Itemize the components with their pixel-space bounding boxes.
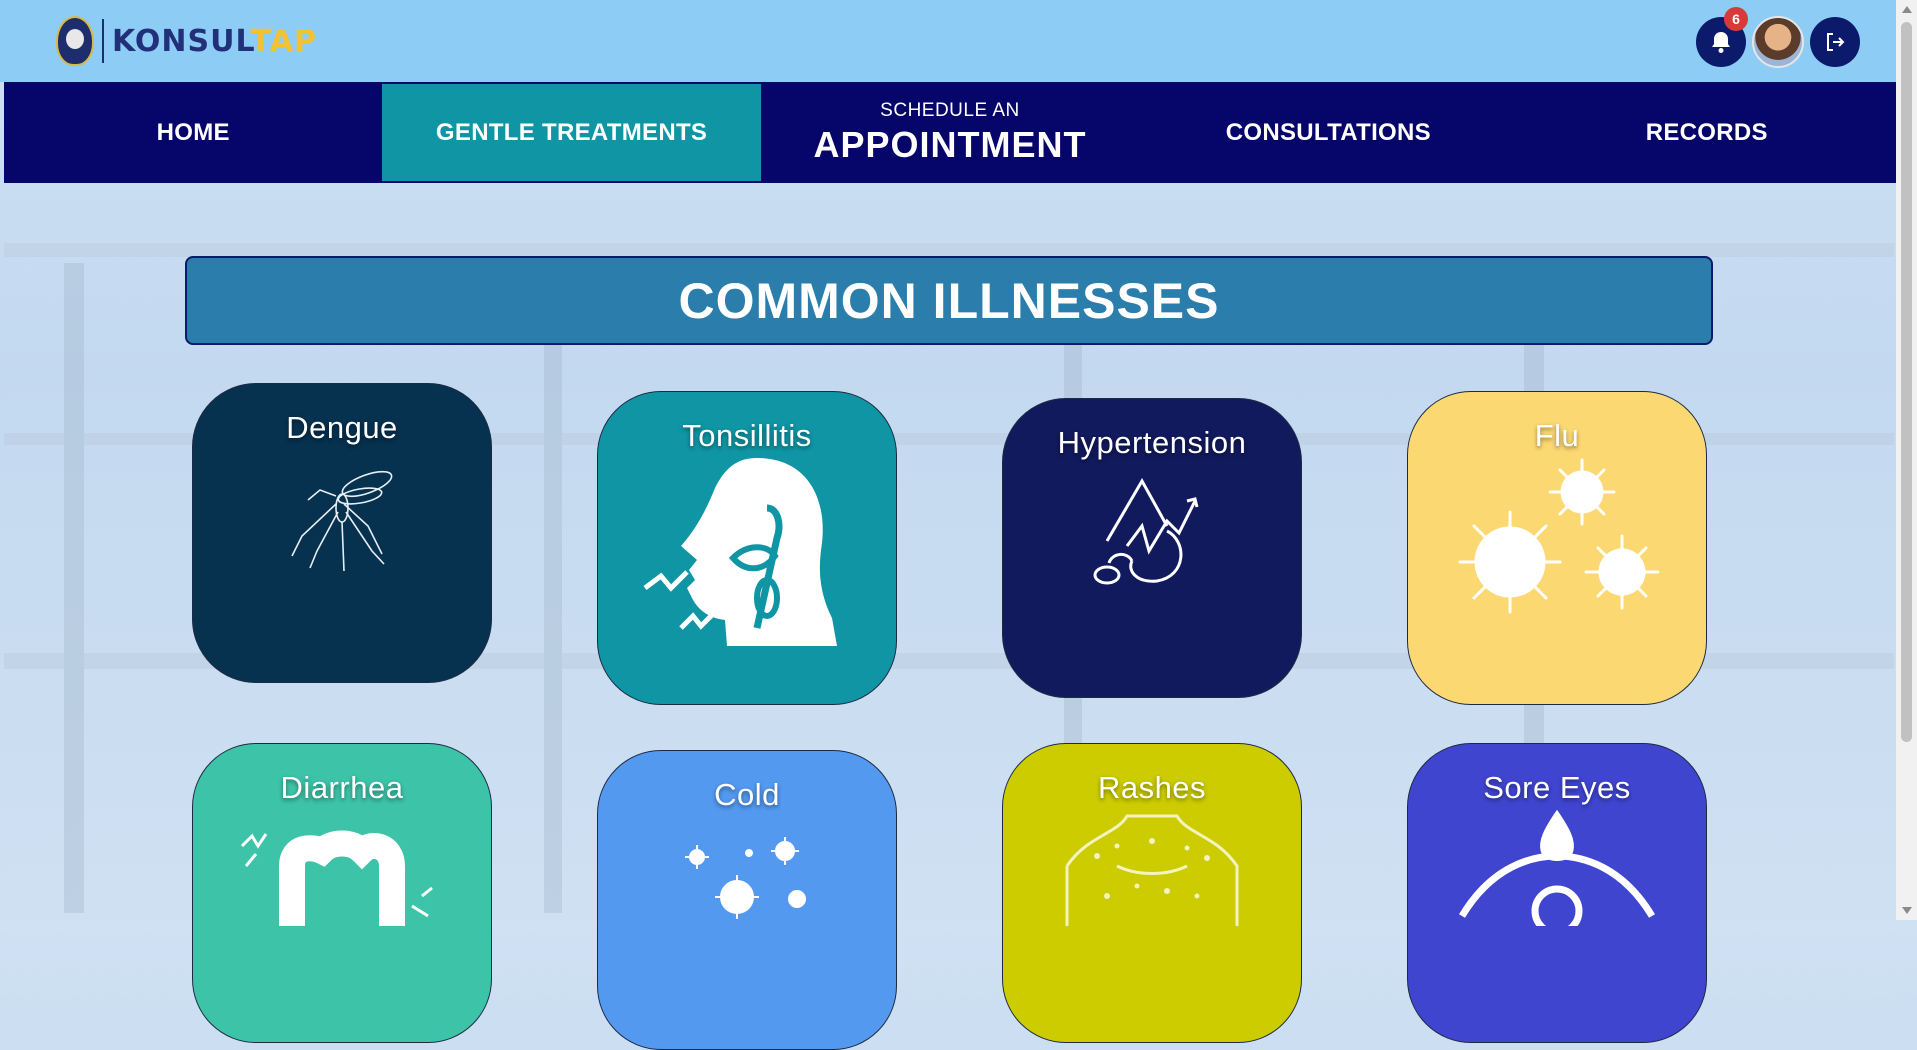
illness-label: Rashes [1097, 770, 1207, 805]
logo-text-part2: TAP [250, 23, 317, 59]
illness-label: Sore Eyes [1483, 770, 1631, 805]
university-seal-icon [56, 16, 94, 66]
illness-label: Diarrhea [280, 770, 404, 805]
section-heading-box: COMMON ILLNESSES [185, 256, 1713, 345]
nav-gentle-treatments-label: GENTLE TREATMENTS [435, 118, 708, 146]
logout-icon [1827, 33, 1845, 51]
nav-gentle-treatments[interactable]: GENTLE TREATMENTS [382, 84, 761, 181]
logout-button[interactable] [1810, 17, 1860, 67]
page-scrollbar[interactable] [1896, 0, 1917, 920]
nav-home-label: HOME [156, 118, 230, 146]
scroll-down-arrow-icon[interactable] [1902, 907, 1912, 914]
scroll-up-arrow-icon[interactable] [1902, 6, 1912, 13]
nav-schedule-big-label: APPOINTMENT [813, 123, 1087, 165]
germs-icon [685, 837, 806, 919]
illness-card-flu[interactable]: Flu [1407, 391, 1707, 705]
nav-records[interactable]: RECORDS [1518, 82, 1896, 183]
illness-label: Dengue [286, 410, 398, 445]
illness-card-tonsillitis[interactable]: Tonsillitis [597, 391, 897, 705]
blood-pressure-icon [1093, 477, 1199, 585]
illness-card-rashes[interactable]: Rashes [1002, 743, 1302, 1043]
top-bar: KONSULTAP 6 [0, 0, 1896, 82]
illness-card-cold[interactable]: Cold [597, 750, 897, 1050]
illness-card-hypertension[interactable]: Hypertension [1002, 398, 1302, 698]
bell-icon [1712, 32, 1730, 53]
nav-records-label: RECORDS [1645, 118, 1768, 146]
logo-text: KONSULTAP [112, 24, 317, 59]
virus-icon [1458, 458, 1660, 614]
illness-label: Hypertension [1057, 425, 1247, 460]
illness-card-dengue[interactable]: Dengue [192, 383, 492, 683]
logo-divider [102, 19, 104, 63]
main-nav: HOME GENTLE TREATMENTS SCHEDULE AN APPOI… [4, 82, 1896, 183]
nav-schedule-small-label: SCHEDULE AN [880, 99, 1020, 121]
header-actions: 6 [1696, 7, 1860, 68]
skin-rash-icon [1065, 814, 1239, 926]
nav-home[interactable]: HOME [4, 82, 382, 183]
avatar[interactable] [1752, 16, 1804, 68]
illness-label: Flu [1534, 418, 1580, 453]
page-title: COMMON ILLNESSES [678, 272, 1220, 329]
intestine-icon [240, 830, 433, 926]
nav-consultations-label: CONSULTATIONS [1225, 118, 1431, 146]
nav-consultations[interactable]: CONSULTATIONS [1139, 82, 1517, 183]
logo-text-part1: KONSUL [112, 23, 251, 59]
throat-icon [643, 458, 837, 646]
illness-label: Cold [714, 777, 780, 812]
eye-drop-icon [1458, 809, 1656, 926]
app-logo[interactable]: KONSULTAP [56, 16, 317, 66]
illness-card-diarrhea[interactable]: Diarrhea [192, 743, 492, 1043]
notifications-button[interactable]: 6 [1696, 7, 1748, 67]
nav-schedule-appointment[interactable]: SCHEDULE AN APPOINTMENT [761, 82, 1139, 183]
notification-badge: 6 [1724, 7, 1748, 31]
scrollbar-thumb[interactable] [1901, 22, 1912, 742]
mosquito-icon [291, 470, 393, 572]
illness-card-sore-eyes[interactable]: Sore Eyes [1407, 743, 1707, 1043]
